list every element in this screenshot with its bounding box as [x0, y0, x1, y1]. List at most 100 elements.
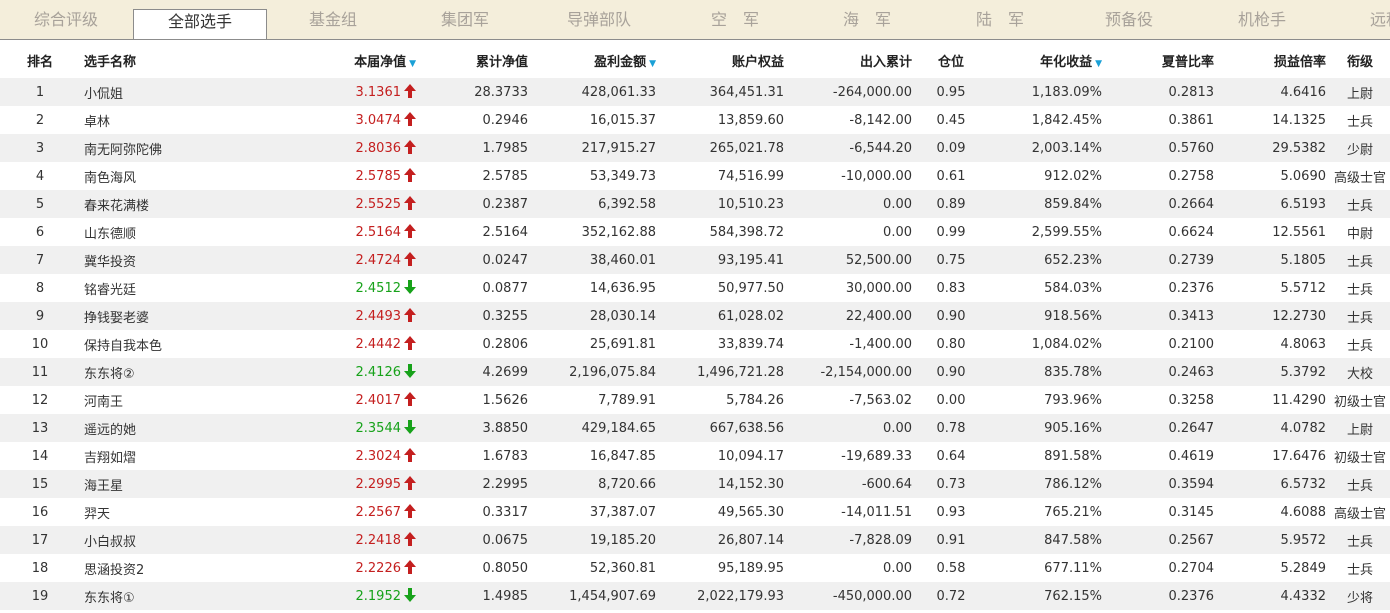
col-header-title[interactable]: 衔级	[1330, 42, 1390, 78]
name-cell[interactable]: 海王星	[80, 470, 280, 498]
name-cell[interactable]: 东东将②	[80, 358, 280, 386]
name-cell[interactable]: 羿天	[80, 498, 280, 526]
col-header-pl-ratio[interactable]: 损益倍率	[1218, 42, 1330, 78]
pl-ratio-cell-text: 12.2730	[1272, 308, 1326, 324]
nav-cell: 2.4442	[280, 330, 420, 358]
name-cell[interactable]: 南无阿弥陀佛	[80, 134, 280, 162]
tab-group-army[interactable]: 集团军	[441, 0, 489, 39]
tab-overall[interactable]: 综合评级	[34, 0, 98, 39]
sharpe-cell-text: 0.4619	[1168, 448, 1215, 464]
annual-cell: 891.58%	[986, 442, 1106, 470]
table-row[interactable]: 16 羿天 2.2567 0.3317 37,387.07 49,565.30 -14,01…	[0, 498, 1390, 526]
cum-nav-cell: 3.8850	[420, 414, 532, 442]
col-header-inout[interactable]: 出入累计	[788, 42, 916, 78]
sharpe-cell: 0.2647	[1106, 414, 1218, 442]
tab-missile[interactable]: 导弹部队	[567, 0, 631, 39]
table-row[interactable]: 11 东东将② 2.4126 4.2699 2,196,075.84 1,496,721.…	[0, 358, 1390, 386]
rank-title-cell: 士兵	[1330, 106, 1390, 134]
annual-cell: 1,842.45%	[986, 106, 1106, 134]
sharpe-cell-text: 0.5760	[1168, 140, 1215, 156]
name-cell[interactable]: 卓林	[80, 106, 280, 134]
inout-cell: 0.00	[788, 218, 916, 246]
nav-cell-text: 2.3544	[355, 421, 402, 436]
annual-cell: 765.21%	[986, 498, 1106, 526]
profit-cell-text: 2,196,075.84	[569, 364, 656, 380]
name-cell[interactable]: 思涵投资2	[80, 554, 280, 582]
table-row[interactable]: 1 小侃姐 3.1361 28.3733 428,061.33 364,451.31 -26…	[0, 78, 1390, 106]
name-cell[interactable]: 河南王	[80, 386, 280, 414]
name-cell[interactable]: 山东德顺	[80, 218, 280, 246]
cum-nav-cell-text: 2.5164	[482, 224, 529, 240]
col-header-equity[interactable]: 账户权益	[660, 42, 788, 78]
col-header-sharpe[interactable]: 夏普比率	[1106, 42, 1218, 78]
table-row[interactable]: 6 山东德顺 2.5164 2.5164 352,162.88 584,398.72 0.0…	[0, 218, 1390, 246]
tab-machine-gun[interactable]: 机枪手	[1238, 0, 1286, 39]
table-row[interactable]: 9 挣钱娶老婆 2.4493 0.3255 28,030.14 61,028.02 22,4…	[0, 302, 1390, 330]
col-header-cum-nav[interactable]: 累计净值	[420, 42, 532, 78]
name-cell[interactable]: 冀华投资	[80, 246, 280, 274]
col-header-position[interactable]: 仓位	[916, 42, 986, 78]
rank-title-cell-text: 士兵	[1346, 310, 1373, 326]
table-row[interactable]: 13 遥远的她 2.3544 3.8850 429,184.65 667,638.56 0.…	[0, 414, 1390, 442]
cum-nav-cell-text: 0.2387	[482, 196, 529, 212]
rank-cell-text: 16	[31, 504, 49, 520]
table-row[interactable]: 2 卓林 3.0474 0.2946 16,015.37 13,859.60 -8,142.…	[0, 106, 1390, 134]
col-header-rank[interactable]: 排名	[0, 42, 80, 78]
col-header-name[interactable]: 选手名称	[80, 42, 280, 78]
profit-cell-text: 7,789.91	[598, 392, 656, 408]
inout-cell: -8,142.00	[788, 106, 916, 134]
tab-army[interactable]: 陆 军	[976, 0, 1024, 39]
table-row[interactable]: 4 南色海风 2.5785 2.5785 53,349.73 74,516.99 -10,0…	[0, 162, 1390, 190]
cum-nav-cell-text: 1.7985	[482, 140, 529, 156]
table-row[interactable]: 14 吉翔如熠 2.3024 1.6783 16,847.85 10,094.17 -19,…	[0, 442, 1390, 470]
table-row[interactable]: 18 思涵投资2 2.2226 0.8050 52,360.81 95,189.95 0.0…	[0, 554, 1390, 582]
table-row[interactable]: 7 冀华投资 2.4724 0.0247 38,460.01 93,195.41 52,50…	[0, 246, 1390, 274]
col-header-profit[interactable]: 盈利金额 ▼	[532, 42, 660, 78]
name-cell[interactable]: 挣钱娶老婆	[80, 302, 280, 330]
name-cell[interactable]: 铭睿光廷	[80, 274, 280, 302]
pl-ratio-cell: 5.5712	[1218, 274, 1330, 302]
profit-cell-text: 428,061.33	[581, 84, 656, 100]
cum-nav-cell-text: 1.6783	[482, 448, 529, 464]
tab-reserve[interactable]: 预备役	[1105, 0, 1153, 39]
tab-fund[interactable]: 基金组	[309, 0, 357, 39]
rank-title-cell-text: 士兵	[1346, 338, 1373, 354]
name-cell[interactable]: 遥远的她	[80, 414, 280, 442]
name-cell[interactable]: 小白叔叔	[80, 526, 280, 554]
name-cell-text: 思涵投资2	[84, 562, 145, 578]
name-cell[interactable]: 小侃姐	[80, 78, 280, 106]
name-cell[interactable]: 保持自我本色	[80, 330, 280, 358]
inout-cell-text: -1,400.00	[849, 336, 912, 352]
col-header-nav[interactable]: 本届净值 ▼	[280, 42, 420, 78]
col-header-annual[interactable]: 年化收益 ▼	[986, 42, 1106, 78]
table-row[interactable]: 10 保持自我本色 2.4442 0.2806 25,691.81 33,839.74 -1…	[0, 330, 1390, 358]
rank-cell: 12	[0, 386, 80, 414]
annual-cell: 912.02%	[986, 162, 1106, 190]
tab-navy[interactable]: 海 军	[843, 0, 891, 39]
name-cell[interactable]: 南色海风	[80, 162, 280, 190]
nav-cell: 2.5785	[280, 162, 420, 190]
name-cell-text: 河南王	[84, 394, 124, 410]
profit-cell-text: 6,392.58	[598, 196, 656, 212]
name-cell[interactable]: 东东将①	[80, 582, 280, 610]
name-cell[interactable]: 吉翔如熠	[80, 442, 280, 470]
table-row[interactable]: 19 东东将① 2.1952 1.4985 1,454,907.69 2,022,179.…	[0, 582, 1390, 610]
tab-long-range[interactable]: 远程	[1370, 0, 1390, 39]
table-row[interactable]: 12 河南王 2.4017 1.5626 7,789.91 5,784.26 -7,563.…	[0, 386, 1390, 414]
rank-title-cell-text: 士兵	[1346, 562, 1373, 578]
table-row[interactable]: 3 南无阿弥陀佛 2.8036 1.7985 217,915.27 265,021.78 -…	[0, 134, 1390, 162]
inout-cell: 30,000.00	[788, 274, 916, 302]
rank-title-cell-text: 高级士官	[1334, 170, 1387, 186]
table-row[interactable]: 5 春来花满楼 2.5525 0.2387 6,392.58 10,510.23 0.00 0…	[0, 190, 1390, 218]
table-row[interactable]: 17 小白叔叔 2.2418 0.0675 19,185.20 26,807.14 -7,8…	[0, 526, 1390, 554]
equity-cell-text: 667,638.56	[709, 420, 784, 436]
nav-cell: 2.2226	[280, 554, 420, 582]
tab-air-force[interactable]: 空 军	[711, 0, 759, 39]
position-cell: 0.89	[916, 190, 986, 218]
table-row[interactable]: 15 海王星 2.2995 2.2995 8,720.66 14,152.30 -600.6…	[0, 470, 1390, 498]
name-cell[interactable]: 春来花满楼	[80, 190, 280, 218]
tab-all-players[interactable]: 全部选手	[133, 9, 267, 39]
inout-cell: -1,400.00	[788, 330, 916, 358]
table-row[interactable]: 8 铭睿光廷 2.4512 0.0877 14,636.95 50,977.50 30,00…	[0, 274, 1390, 302]
sharpe-cell-text: 0.2704	[1168, 560, 1215, 576]
